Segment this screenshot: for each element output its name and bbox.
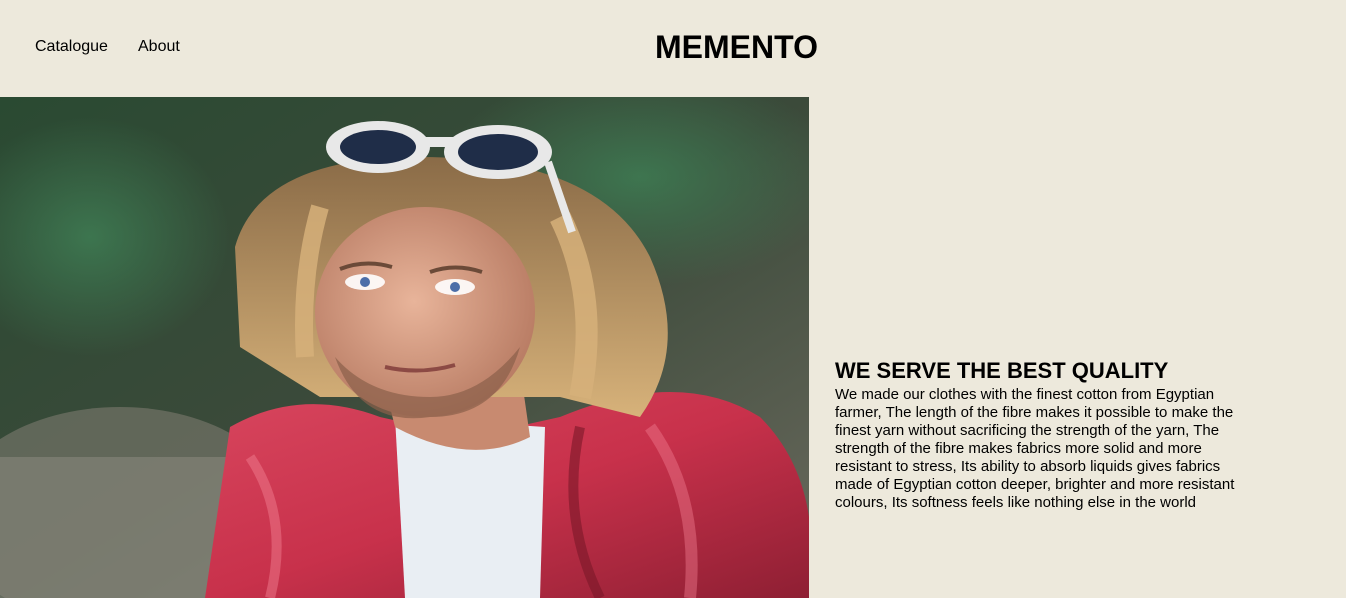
nav-link-catalogue[interactable]: Catalogue: [35, 38, 108, 56]
brand-logo-text: MEMENTO: [655, 29, 818, 65]
quality-heading: WE SERVE THE BEST QUALITY: [835, 358, 1169, 383]
site-header: Catalogue About MEMENTO: [0, 0, 1346, 97]
quality-section: WE SERVE THE BEST QUALITY We made our cl…: [835, 358, 1245, 512]
quality-description: We made our clothes with the finest cott…: [835, 386, 1235, 511]
nav-link-about[interactable]: About: [138, 38, 180, 56]
hero-photo: [0, 97, 809, 598]
